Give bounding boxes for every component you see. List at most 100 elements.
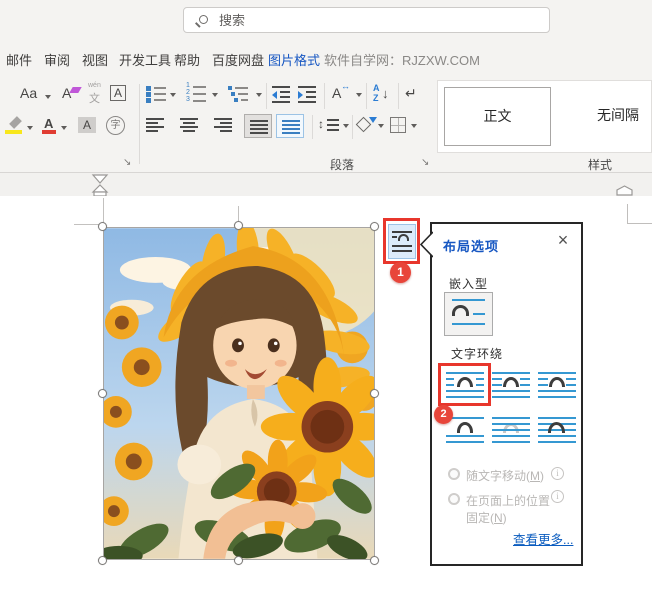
tab-picture-format[interactable]: 图片格式 — [268, 51, 320, 75]
margin-corner-mark — [627, 204, 628, 223]
chevron-down-icon[interactable] — [45, 95, 51, 99]
wrap-section-label: 文字环绕 — [451, 345, 503, 362]
popup-callout-arrow — [419, 231, 433, 258]
justify-button[interactable] — [244, 114, 272, 138]
radio-move-with-text[interactable] — [448, 468, 460, 480]
wrap-option-through[interactable] — [538, 371, 576, 399]
tab-view[interactable]: 视图 — [82, 51, 108, 75]
resize-handle-bottom-center[interactable] — [234, 556, 243, 565]
tab-baidu-netdisk[interactable]: 百度网盘 — [212, 51, 264, 75]
info-icon[interactable]: i — [551, 490, 564, 503]
align-center-button[interactable] — [180, 118, 198, 132]
resize-handle-middle-left[interactable] — [98, 389, 107, 398]
annotation-box-2 — [438, 363, 491, 406]
selection-guide — [103, 198, 104, 224]
wrap-option-in-front[interactable] — [538, 416, 576, 444]
resize-handle-top-right[interactable] — [370, 222, 379, 231]
resize-handle-bottom-right[interactable] — [370, 556, 379, 565]
layout-options-popup: 布局选项 × 嵌入型 文字环绕 随文字移动(M) i — [430, 222, 583, 566]
wrap-option-behind-text[interactable] — [492, 416, 530, 444]
line-spacing-lines-icon — [327, 119, 339, 131]
phonetic-guide-char: 文 — [89, 90, 100, 106]
chevron-down-icon[interactable] — [256, 93, 262, 97]
sort-button[interactable]: A — [373, 83, 380, 93]
search-input[interactable]: 搜索 — [183, 7, 550, 33]
font-color-swatch — [42, 130, 56, 134]
highlighter-icon[interactable] — [9, 116, 22, 129]
divider — [366, 83, 367, 109]
divider — [398, 83, 399, 109]
document-image[interactable] — [103, 227, 375, 560]
font-color-button[interactable]: A — [44, 116, 53, 131]
asian-layout-button[interactable]: A — [332, 85, 341, 101]
align-right-button[interactable] — [214, 118, 232, 132]
annotation-box-1 — [383, 218, 420, 264]
paragraph-dialog-launcher-icon[interactable]: ↘ — [421, 157, 429, 168]
resize-handle-top-center[interactable] — [234, 221, 243, 230]
enclose-characters-button[interactable]: 字 — [106, 116, 125, 135]
increase-indent-button[interactable] — [298, 86, 316, 102]
chevron-down-icon[interactable] — [170, 93, 176, 97]
group-divider — [139, 84, 140, 164]
close-icon[interactable]: × — [553, 230, 573, 251]
resize-handle-middle-right[interactable] — [370, 389, 379, 398]
info-icon[interactable]: i — [551, 467, 564, 480]
wrap-option-inline[interactable] — [444, 292, 493, 336]
resize-handle-bottom-left[interactable] — [98, 556, 107, 565]
phonetic-guide-button[interactable]: wén — [88, 82, 101, 89]
divider — [324, 83, 325, 109]
chevron-down-icon[interactable] — [27, 126, 33, 130]
wrap-option-tight[interactable] — [492, 371, 530, 399]
numbering-button[interactable]: 1 2 3 — [186, 84, 208, 104]
character-shading-button[interactable]: A — [78, 117, 96, 133]
radio-fix-position[interactable] — [448, 493, 460, 505]
chevron-down-icon[interactable] — [212, 93, 218, 97]
align-left-button[interactable] — [146, 118, 164, 132]
tab-help[interactable]: 帮助 — [174, 51, 200, 75]
tab-developer[interactable]: 开发工具 — [119, 51, 171, 75]
see-more-link[interactable]: 查看更多... — [513, 529, 573, 548]
title-bar: 搜索 — [0, 0, 652, 46]
sort-z: Z — [373, 93, 379, 103]
font-dialog-launcher-icon[interactable]: ↘ — [123, 157, 131, 168]
site-watermark: 软件自学网：RJZXW.COM — [324, 51, 480, 71]
chevron-down-icon[interactable] — [343, 124, 349, 128]
divider — [266, 83, 267, 109]
show-hide-marks-button[interactable]: ↵ — [405, 85, 417, 102]
styles-gallery: 正文 无间隔 — [437, 80, 652, 153]
chevron-down-icon[interactable] — [61, 126, 67, 130]
tab-mail[interactable]: 邮件 — [6, 51, 32, 75]
sort-arrow-icon: ↓ — [382, 86, 389, 101]
character-border-button[interactable]: A — [110, 85, 126, 101]
shading-drop-icon — [369, 117, 377, 123]
chevron-down-icon[interactable] — [356, 93, 362, 97]
highlight-color-swatch — [5, 130, 22, 134]
style-normal[interactable]: 正文 — [444, 87, 551, 146]
popup-title: 布局选项 — [443, 236, 499, 255]
annotation-step-2: 2 — [434, 405, 453, 424]
decrease-indent-button[interactable] — [272, 86, 290, 102]
line-spacing-button[interactable]: ↕ — [318, 117, 324, 131]
chevron-down-icon[interactable] — [411, 124, 417, 128]
bullets-button[interactable] — [146, 86, 166, 102]
indent-markers[interactable] — [91, 174, 109, 196]
chevron-down-icon[interactable] — [378, 124, 384, 128]
multilevel-list-button[interactable] — [228, 86, 250, 102]
right-indent-marker[interactable] — [616, 185, 633, 196]
tab-review[interactable]: 审阅 — [44, 51, 70, 75]
radio-fix-label-line1: 在页面上的位置 — [466, 492, 550, 509]
change-case-button[interactable]: Aa — [20, 85, 37, 101]
distribute-button[interactable] — [276, 114, 304, 138]
divider — [312, 115, 313, 139]
resize-handle-top-left[interactable] — [98, 222, 107, 231]
clear-formatting-button[interactable]: A — [62, 85, 71, 101]
borders-button[interactable] — [390, 117, 406, 133]
search-placeholder: 搜索 — [219, 8, 245, 33]
selection-guide — [74, 224, 100, 225]
style-no-spacing[interactable]: 无间隔 — [558, 87, 652, 146]
inline-section-label: 嵌入型 — [449, 275, 488, 292]
asian-layout-arrows-icon: ↔ — [341, 81, 350, 91]
sunflower-girl-illustration — [104, 228, 374, 559]
wrap-option-top-bottom[interactable] — [446, 416, 484, 444]
divider — [352, 115, 353, 139]
